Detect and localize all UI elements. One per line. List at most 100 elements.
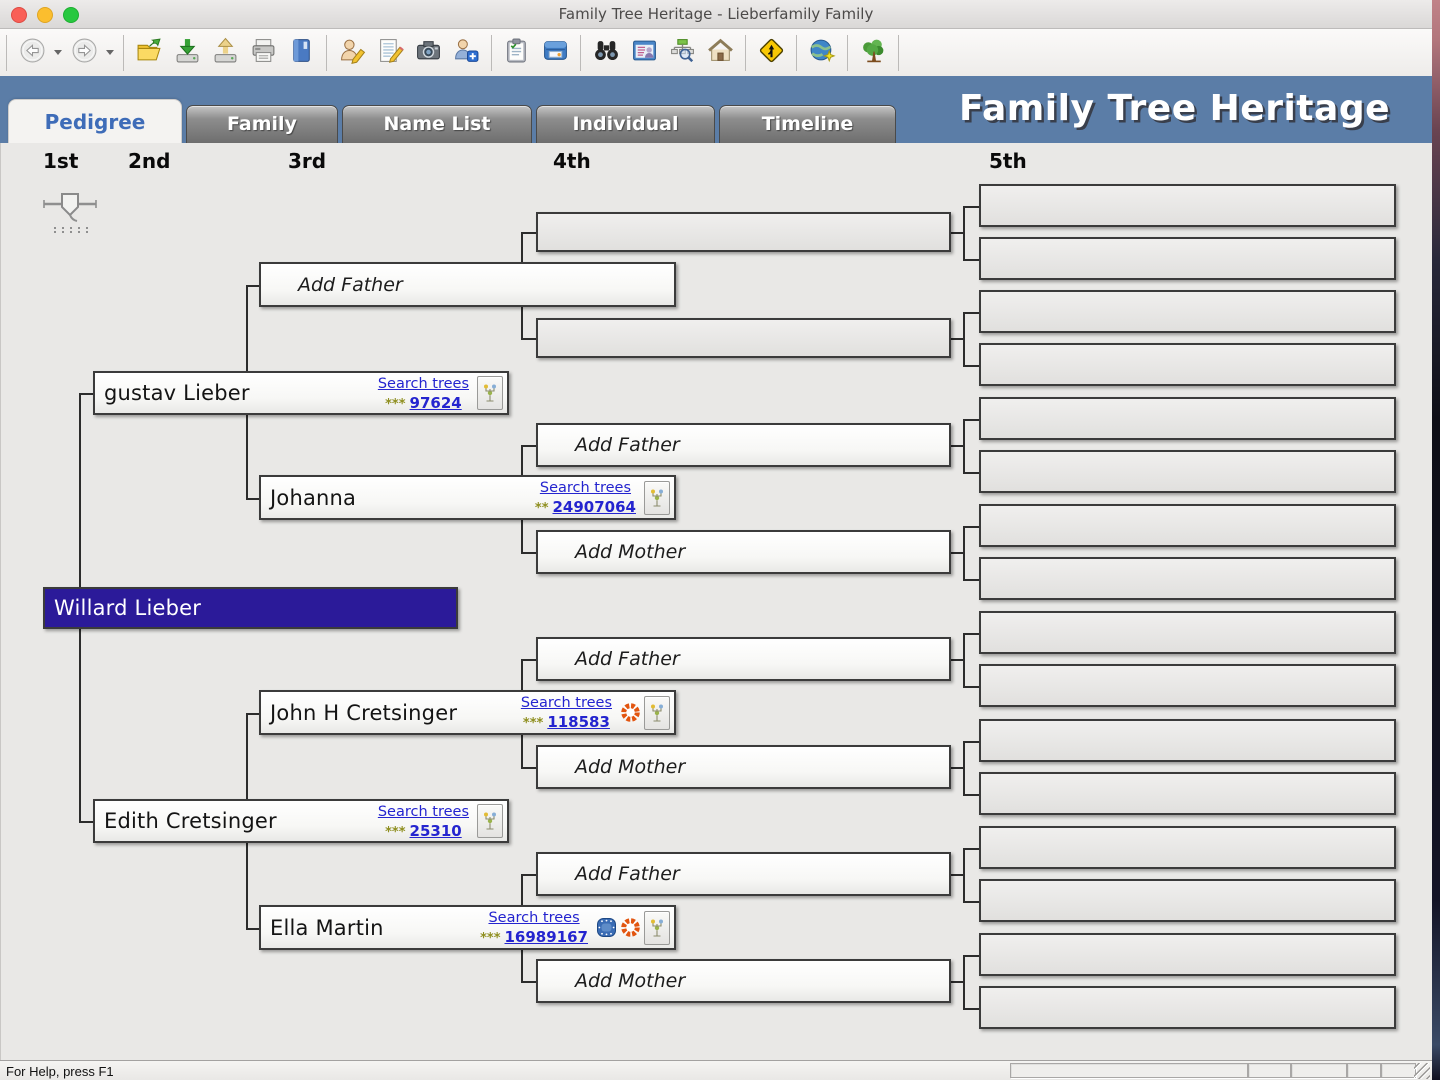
- match-count-link[interactable]: 25310: [410, 822, 462, 840]
- export-button[interactable]: [206, 33, 244, 73]
- empty-ancestor-box[interactable]: [979, 290, 1396, 333]
- search-trees-link[interactable]: Search trees: [378, 376, 469, 392]
- merge-button[interactable]: [752, 33, 790, 73]
- tree-chart-button[interactable]: [644, 911, 670, 945]
- add-person-button[interactable]: [447, 33, 485, 73]
- toolbar-separator: [847, 35, 848, 71]
- person-box-gustav[interactable]: gustav LieberSearch trees***97624: [93, 371, 509, 415]
- tab-individual[interactable]: Individual: [536, 105, 715, 143]
- person-box-willard[interactable]: Willard Lieber: [43, 587, 458, 629]
- empty-ancestor-box[interactable]: [979, 557, 1396, 600]
- empty-ancestor-box[interactable]: [979, 826, 1396, 869]
- export-icon: [212, 37, 239, 68]
- home-person-button[interactable]: [701, 33, 739, 73]
- tab-name-list[interactable]: Name List: [342, 105, 532, 143]
- tree-chart-button[interactable]: [477, 804, 503, 838]
- star-rating: ***: [385, 825, 405, 840]
- toolbar-separator: [580, 35, 581, 71]
- empty-ancestor-box[interactable]: [979, 237, 1396, 280]
- web-search-button[interactable]: [803, 33, 841, 73]
- empty-ancestor-box[interactable]: [979, 611, 1396, 654]
- empty-ancestor-box[interactable]: [979, 504, 1396, 547]
- individual-detail-button[interactable]: [625, 33, 663, 73]
- media-button[interactable]: [409, 33, 447, 73]
- back-menu-button[interactable]: [51, 33, 65, 73]
- connector-line: [246, 285, 259, 287]
- empty-ancestor-box[interactable]: [979, 879, 1396, 922]
- family-tree-button[interactable]: [854, 33, 892, 73]
- forward-menu-button[interactable]: [103, 33, 117, 73]
- connector-line: [963, 686, 979, 688]
- connector-line: [963, 472, 979, 474]
- add-parent-label: Add Father: [575, 434, 680, 456]
- tasks-button[interactable]: [498, 33, 536, 73]
- empty-ancestor-box[interactable]: [979, 772, 1396, 815]
- print-button[interactable]: [244, 33, 282, 73]
- edit-notes-icon: [377, 37, 404, 68]
- connector-line: [963, 312, 979, 314]
- empty-ancestor-box[interactable]: [979, 933, 1396, 976]
- match-count-link[interactable]: 97624: [410, 394, 462, 412]
- add-parent-box[interactable]: Add Mother: [536, 959, 951, 1003]
- edit-notes-button[interactable]: [371, 33, 409, 73]
- add-parent-box[interactable]: Add Father: [536, 637, 951, 681]
- add-parent-box[interactable]: Add Mother: [536, 745, 951, 789]
- orange-ring-icon[interactable]: [620, 917, 641, 938]
- empty-ancestor-box[interactable]: [979, 343, 1396, 386]
- open-file-button[interactable]: [130, 33, 168, 73]
- tree-chart-button[interactable]: [644, 481, 670, 515]
- person-box-edith[interactable]: Edith CretsingerSearch trees***25310: [93, 799, 509, 843]
- match-count-link[interactable]: 16989167: [505, 928, 589, 946]
- empty-ancestor-box[interactable]: [979, 719, 1396, 762]
- tab-timeline[interactable]: Timeline: [719, 105, 896, 143]
- search-trees-link[interactable]: Search trees: [378, 804, 469, 820]
- empty-ancestor-box[interactable]: [536, 212, 951, 252]
- person-box-ella[interactable]: Ella MartinSearch trees***16989167: [259, 905, 676, 950]
- add-parent-box[interactable]: Add Father: [536, 423, 951, 467]
- person-box-john[interactable]: John H CretsingerSearch trees***118583: [259, 690, 676, 735]
- search-results-block: Search trees *** 25310: [378, 801, 469, 841]
- connector-line: [951, 767, 965, 769]
- tree-chart-button[interactable]: [644, 696, 670, 730]
- tab-pedigree[interactable]: Pedigree: [8, 99, 182, 143]
- add-parent-box[interactable]: Add Father: [536, 852, 951, 896]
- star-rating: **: [535, 501, 549, 516]
- forward-button[interactable]: [65, 33, 103, 73]
- empty-ancestor-box[interactable]: [979, 986, 1396, 1029]
- search-trees-link[interactable]: Search trees: [488, 910, 579, 926]
- add-parent-box[interactable]: Add Father: [259, 262, 676, 307]
- box-icon-group: [477, 376, 503, 410]
- back-button[interactable]: [13, 33, 51, 73]
- orange-ring-icon[interactable]: [620, 702, 641, 723]
- status-pane: [1347, 1063, 1381, 1078]
- address-labels-button[interactable]: [536, 33, 574, 73]
- search-trees-link[interactable]: Search trees: [521, 695, 612, 711]
- web-search-icon: [809, 37, 836, 68]
- blue-badge-icon[interactable]: [596, 917, 617, 938]
- match-count-link[interactable]: 118583: [547, 713, 610, 731]
- person-box-johanna[interactable]: JohannaSearch trees**24907064: [259, 475, 676, 520]
- empty-ancestor-box[interactable]: [979, 450, 1396, 493]
- connector-line: [963, 1008, 979, 1010]
- tree-chart-button[interactable]: [477, 376, 503, 410]
- import-button[interactable]: [168, 33, 206, 73]
- find-in-chart-button[interactable]: [663, 33, 701, 73]
- tab-family[interactable]: Family: [186, 105, 338, 143]
- empty-ancestor-box[interactable]: [536, 318, 951, 358]
- search-button[interactable]: [587, 33, 625, 73]
- edit-person-button[interactable]: [333, 33, 371, 73]
- match-count-link[interactable]: 24907064: [553, 498, 637, 516]
- connector-line: [79, 821, 93, 823]
- empty-ancestor-box[interactable]: [979, 184, 1396, 227]
- status-bar: For Help, press F1: [0, 1060, 1432, 1080]
- empty-ancestor-box[interactable]: [979, 664, 1396, 707]
- resize-grip[interactable]: [1414, 1063, 1430, 1079]
- add-parent-box[interactable]: Add Mother: [536, 530, 951, 574]
- pedigree-nav-icon[interactable]: [41, 191, 99, 235]
- connector-line: [951, 552, 965, 554]
- search-trees-link[interactable]: Search trees: [540, 480, 631, 496]
- empty-ancestor-box[interactable]: [979, 397, 1396, 440]
- journal-button[interactable]: [282, 33, 320, 73]
- home-person-icon: [707, 37, 734, 68]
- open-file-icon: [136, 37, 163, 68]
